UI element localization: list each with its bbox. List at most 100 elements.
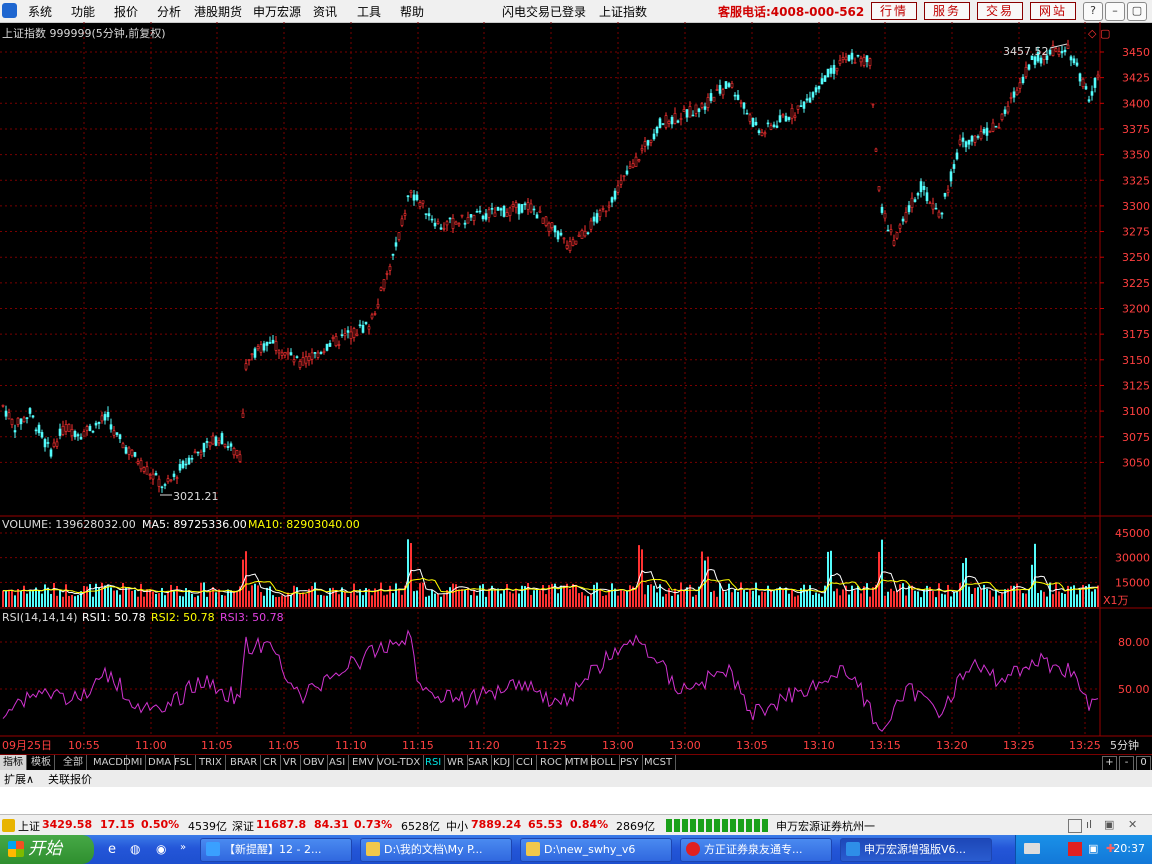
task-swhy-folder[interactable]: D:\new_swhy_v6 xyxy=(520,838,672,862)
volume-bar xyxy=(713,590,715,607)
desktop-icon[interactable]: ◉ xyxy=(156,842,166,856)
candle-body xyxy=(583,230,587,237)
tab-psy[interactable]: PSY xyxy=(617,755,643,770)
task-founder-app[interactable]: 方正证券泉友通专... xyxy=(680,838,832,862)
lock-icon[interactable]: ▣ xyxy=(1104,818,1114,831)
menu-system[interactable]: 系统 xyxy=(28,3,52,20)
website-button[interactable]: 网站 xyxy=(1030,2,1076,20)
menu-function[interactable]: 功能 xyxy=(71,3,95,20)
close-icon[interactable]: ✕ xyxy=(1128,818,1137,831)
tab-fsl[interactable]: FSL xyxy=(171,755,196,770)
panel-icon[interactable] xyxy=(1068,819,1082,833)
reset-button[interactable]: 0 xyxy=(1136,756,1151,771)
volume-bar xyxy=(944,594,946,607)
related-quotes-tab[interactable]: 关联报价 xyxy=(48,771,92,787)
candle-body xyxy=(886,229,890,232)
tab-vol-tdx[interactable]: VOL-TDX xyxy=(374,755,425,770)
chart-area[interactable]: 3450 3425 3400 3375 3350 3325 3300 3275 3250 3225… xyxy=(0,22,1152,755)
tab-brar[interactable]: BRAR xyxy=(227,755,262,770)
menu-swhy[interactable]: 申万宏源 xyxy=(253,3,301,20)
expand-diamond-icon[interactable]: ◇ xyxy=(1088,27,1097,40)
menu-help[interactable]: 帮助 xyxy=(400,3,424,20)
volume-bar xyxy=(104,585,106,607)
candle-body xyxy=(805,98,809,101)
candle-body xyxy=(865,55,869,63)
candle-body xyxy=(634,156,638,168)
market-button[interactable]: 行情 xyxy=(871,2,917,20)
volume-bar xyxy=(473,589,475,607)
quicklaunch-expand-icon[interactable]: » xyxy=(180,842,186,853)
keyboard-icon[interactable] xyxy=(1024,843,1040,854)
candle-body xyxy=(964,141,968,148)
task-documents-folder[interactable]: D:\我的文档\My P... xyxy=(360,838,512,862)
zoom-in-button[interactable]: + xyxy=(1102,756,1117,771)
candle-body xyxy=(640,148,644,151)
volume-bar xyxy=(80,591,82,607)
candle-body xyxy=(157,478,161,487)
signal-icon[interactable]: ıl xyxy=(1086,818,1092,831)
tab-sar[interactable]: SAR xyxy=(465,755,493,770)
trade-button[interactable]: 交易 xyxy=(977,2,1023,20)
volume-bar xyxy=(974,587,976,607)
volume-bar xyxy=(44,584,46,607)
candle-body xyxy=(175,477,179,479)
tab-vr[interactable]: VR xyxy=(280,755,301,770)
tab-rsi[interactable]: RSI xyxy=(422,755,446,770)
candle-body xyxy=(475,211,479,213)
ie-icon[interactable]: e xyxy=(108,842,116,857)
task-swhy-app[interactable]: 申万宏源增强版V6... xyxy=(840,838,992,862)
start-button[interactable]: 开始 xyxy=(0,835,94,864)
tab-trix[interactable]: TRIX xyxy=(196,755,226,770)
rsi-tick-label: 50.00 xyxy=(1118,683,1150,696)
candle-body xyxy=(1039,57,1043,64)
candle-body xyxy=(595,213,599,223)
menu-hk-futures[interactable]: 港股期货 xyxy=(194,3,242,20)
tab-obv[interactable]: OBV xyxy=(300,755,329,770)
tab-0[interactable]: 指标 xyxy=(0,755,27,770)
volume-bar xyxy=(233,590,235,607)
volume-bar xyxy=(14,595,16,607)
volume-bar xyxy=(125,587,127,607)
flag-icon[interactable] xyxy=(1068,842,1082,856)
tab-dmi[interactable]: DMI xyxy=(120,755,147,770)
window-toggle-icon[interactable]: ▢ xyxy=(1100,27,1110,40)
tab-asi[interactable]: ASI xyxy=(326,755,350,770)
tab-1[interactable]: 模板 xyxy=(28,755,55,770)
tab-kdj[interactable]: KDJ xyxy=(490,755,515,770)
candle-body xyxy=(574,240,578,245)
media-icon[interactable]: ◍ xyxy=(130,842,140,856)
volume-bar xyxy=(194,597,196,607)
candle-body xyxy=(373,313,377,315)
menu-analysis[interactable]: 分析 xyxy=(157,3,181,20)
tab-cr[interactable]: CR xyxy=(260,755,281,770)
tab-boll[interactable]: BOLL xyxy=(587,755,620,770)
volume-bar xyxy=(8,589,10,607)
period-label[interactable]: 5分钟 xyxy=(1110,738,1139,752)
volume-bar xyxy=(38,590,40,607)
minimize-icon[interactable]: – xyxy=(1105,2,1125,21)
volume-bar xyxy=(320,594,322,607)
task-forum-window[interactable]: 【新提醒】12 - 2... xyxy=(200,838,352,862)
candle-body xyxy=(664,115,668,128)
menu-quote[interactable]: 报价 xyxy=(114,3,138,20)
network-icon[interactable]: ▣ xyxy=(1088,842,1098,855)
help-icon[interactable]: ? xyxy=(1083,2,1103,21)
volume-bar xyxy=(737,591,739,607)
candle-body xyxy=(217,440,221,444)
zoom-out-button[interactable]: - xyxy=(1119,756,1134,771)
restore-icon[interactable]: ▢ xyxy=(1127,2,1147,21)
service-button[interactable]: 服务 xyxy=(924,2,970,20)
candle-body xyxy=(514,202,518,208)
candle-body xyxy=(145,466,149,475)
menu-news[interactable]: 资讯 xyxy=(313,3,337,20)
volume-bar xyxy=(635,587,637,607)
tab-cci[interactable]: CCI xyxy=(513,755,537,770)
candle-body xyxy=(181,460,185,469)
candle-body xyxy=(355,333,359,336)
menu-tools[interactable]: 工具 xyxy=(357,3,381,20)
tab-mcst[interactable]: MCST xyxy=(641,755,677,770)
expand-toggle[interactable]: 扩展∧ xyxy=(4,771,34,787)
volume-bar xyxy=(1064,593,1066,607)
volume-bar xyxy=(317,594,319,607)
tab-2[interactable]: 全部 xyxy=(60,755,87,770)
